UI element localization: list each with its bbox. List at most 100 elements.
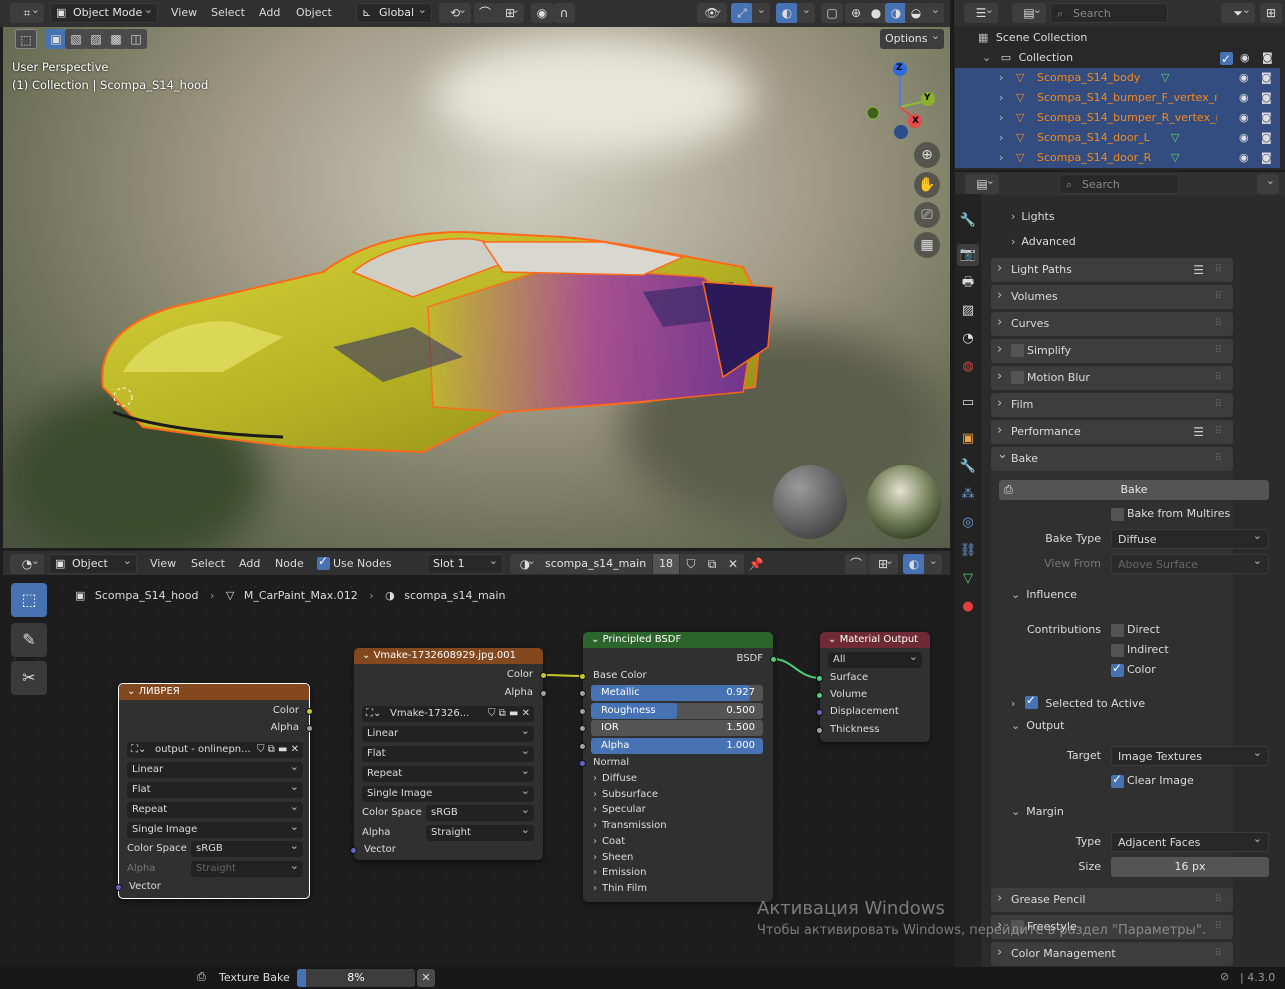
cancel-bake-button[interactable]: ✕ — [417, 969, 435, 987]
gizmo-toggle-icon[interactable]: ⤢ — [731, 3, 753, 23]
menu-add[interactable]: Add — [259, 4, 280, 22]
livery-color-space-select[interactable]: sRGB — [191, 841, 303, 857]
use-nodes-checkbox[interactable] — [317, 554, 330, 570]
panel-bake[interactable]: Bake ⠿ — [991, 443, 1233, 471]
eye-icon[interactable]: ◉ — [1239, 128, 1249, 148]
vmake-source-select[interactable]: Single Image — [362, 786, 534, 802]
orientation-select[interactable]: ⊾ Global — [356, 3, 432, 23]
output-volume-socket[interactable] — [816, 692, 823, 699]
shading-menu-button[interactable] — [926, 0, 944, 23]
proportional-edit-icon[interactable]: ◉ — [531, 3, 553, 23]
panel-curves[interactable]: Curves ⠿ — [991, 311, 1233, 336]
eye-icon[interactable]: ◉ — [1239, 88, 1249, 108]
bsdf-section-panel[interactable]: › Specular — [593, 803, 646, 817]
material-output-node[interactable]: ⌄ Material Output All Surface Volume Dis… — [816, 632, 930, 742]
physics-tab-icon[interactable]: ◎ — [957, 512, 979, 534]
margin-subpanel[interactable]: ⌄ Margin — [1011, 805, 1064, 818]
options-button[interactable]: Options — [880, 29, 944, 49]
livery-extension-select[interactable]: Repeat — [127, 802, 303, 818]
camera-icon[interactable]: ◙ — [1261, 68, 1272, 88]
bsdf-node-header[interactable]: ⌄ Principled BSDF — [583, 632, 773, 648]
filter-icon[interactable]: ⏷ — [1221, 0, 1255, 23]
gizmo-menu-button[interactable] — [752, 0, 770, 23]
bake-type-select[interactable]: Diffuse — [1111, 526, 1269, 549]
color-checkbox[interactable] — [1111, 661, 1124, 677]
drag-handle-icon[interactable]: ⠿ — [1215, 366, 1222, 390]
bsdf-section-panel[interactable]: › Thin Film — [593, 882, 647, 896]
camera-icon[interactable]: ◙ — [1262, 48, 1273, 68]
visibility-button[interactable]: 👁 — [697, 0, 727, 23]
camera-icon[interactable]: ◙ — [1261, 88, 1272, 108]
wireframe-shading-icon[interactable]: ⊕ — [845, 3, 867, 23]
world-tab-icon[interactable]: ◍ — [957, 356, 979, 378]
duplicate-material-icon[interactable]: ⧉ — [701, 554, 723, 574]
bsdf-section-panel[interactable]: › Subsurface — [593, 788, 658, 802]
rendered-shading-icon[interactable]: ◒ — [905, 3, 927, 23]
snap-node-icon[interactable]: ⌒ — [845, 554, 867, 574]
vmake-image-field[interactable]: ⛶⌄ Vmake-17326... ⛉ ⧉ ▬ ✕ — [362, 706, 534, 722]
mode-select[interactable]: ▣ Object Mode — [50, 3, 158, 23]
eye-icon[interactable]: ◉ — [1239, 148, 1249, 168]
selected-to-active-checkbox[interactable] — [1024, 693, 1038, 709]
vmake-alpha-select[interactable]: Straight — [426, 825, 534, 841]
snap-target-button[interactable]: ⊞ — [496, 0, 524, 23]
output-thickness-socket[interactable] — [816, 727, 823, 734]
advanced-subpanel[interactable]: › Advanced — [1011, 235, 1076, 248]
direct-checkbox[interactable] — [1111, 624, 1124, 637]
selected-to-active-subpanel[interactable]: › Selected to Active — [1011, 693, 1145, 710]
eye-icon[interactable]: ◉ — [1239, 108, 1249, 128]
eye-icon[interactable]: ◉ — [1240, 48, 1250, 68]
camera-icon[interactable]: ◙ — [1261, 128, 1272, 148]
node-menu-add[interactable]: Add — [239, 555, 260, 573]
pivot-button[interactable]: ⟲ — [439, 0, 471, 23]
drag-handle-icon[interactable]: ⠿ — [1215, 312, 1222, 336]
bsdf-roughness-socket[interactable] — [579, 708, 586, 715]
clear-image-checkbox[interactable] — [1111, 772, 1124, 788]
vmake-interpolation-select[interactable]: Linear — [362, 726, 534, 742]
data-tab-icon[interactable]: ▽ — [957, 568, 979, 590]
gizmo-neg-y-dot[interactable] — [894, 125, 908, 139]
modifier-tab-icon[interactable]: 🔧 — [957, 456, 979, 478]
bsdf-base-color-socket[interactable] — [579, 673, 586, 680]
bsdf-metallic-slider[interactable]: Metallic 0.927 — [591, 685, 763, 701]
select-mode-extend-icon[interactable]: ▧ — [65, 29, 87, 49]
livery-source-select[interactable]: Single Image — [127, 822, 303, 838]
collection-exclude-checkbox[interactable] — [1220, 49, 1233, 69]
overlay-toggle-icon[interactable]: ◐ — [776, 3, 798, 23]
margin-size-field[interactable]: 16 px — [1111, 857, 1269, 877]
livery-color-socket[interactable] — [306, 708, 313, 715]
node-image-tools-icons[interactable]: ⛉ ⧉ ▬ ✕ — [257, 742, 299, 758]
camera-icon[interactable]: ◙ — [1261, 148, 1272, 168]
drag-handle-icon[interactable]: ⠿ — [1215, 888, 1222, 912]
camera-view-icon[interactable]: ⎚ — [914, 202, 940, 228]
material-browse-button[interactable]: ◑ — [510, 551, 540, 574]
bsdf-section-panel[interactable]: › Sheen — [593, 851, 633, 865]
panel-performance[interactable]: Performance ☰ ⠿ — [991, 419, 1233, 444]
vmake-alpha-socket[interactable] — [540, 690, 547, 697]
vmake-projection-select[interactable]: Flat — [362, 746, 534, 762]
indirect-checkbox[interactable] — [1111, 644, 1124, 657]
snap-icon[interactable]: ⌒ — [474, 3, 496, 23]
drag-handle-icon[interactable]: ⠿ — [1215, 393, 1222, 417]
select-mode-subtract-icon[interactable]: ▨ — [85, 29, 107, 49]
target-select[interactable]: Image Textures — [1111, 743, 1269, 766]
bsdf-section-panel[interactable]: › Coat — [593, 835, 625, 849]
lights-subpanel[interactable]: › Lights — [1011, 210, 1055, 223]
fake-user-shield-icon[interactable]: ⛉ — [680, 554, 702, 574]
panel-light-paths[interactable]: Light Paths ☰ ⠿ — [991, 257, 1233, 282]
collection-tab-icon[interactable]: ▭ — [957, 392, 979, 414]
camera-icon[interactable]: ◙ — [1261, 108, 1272, 128]
node-image-tools-icons[interactable]: ⛉ ⧉ ▬ ✕ — [488, 706, 530, 722]
material-users-count[interactable]: 18 — [653, 554, 679, 574]
menu-object[interactable]: Object — [296, 4, 332, 22]
vmake-extension-select[interactable]: Repeat — [362, 766, 534, 782]
drag-handle-icon[interactable]: ⠿ — [1215, 420, 1222, 444]
livery-alpha-select[interactable]: Straight — [191, 861, 303, 877]
properties-search-input[interactable]: ⌕ Search — [1059, 174, 1179, 194]
bsdf-section-panel[interactable]: › Emission — [593, 866, 647, 880]
scene-collection-row[interactable]: ▦ Scene Collection — [978, 28, 1087, 48]
node-menu-select[interactable]: Select — [191, 555, 225, 573]
bake-multires-checkbox[interactable] — [1111, 508, 1124, 521]
xray-icon[interactable]: ▢ — [821, 3, 843, 23]
vmake-image-node[interactable]: ⌄ Vmake-1732608929.jpg.001 Color Alpha ⛶… — [350, 648, 547, 860]
